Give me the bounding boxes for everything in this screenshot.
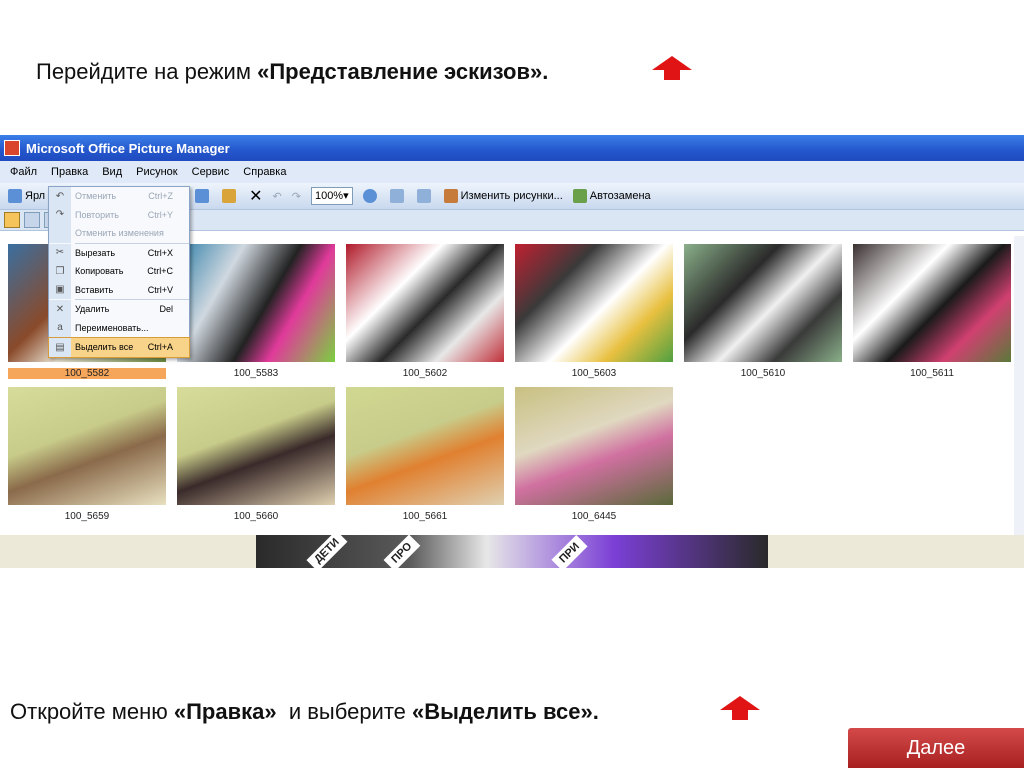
photo-sign: ПРО (383, 535, 421, 568)
thumbnail-item[interactable]: 100_5602 (346, 244, 504, 379)
thumbnail-item[interactable]: 100_5659 (8, 387, 166, 522)
thumbnail-caption: 100_5660 (233, 511, 279, 522)
zoom-select[interactable]: 100% ▾ (310, 187, 353, 205)
thumbnail-caption: 100_5610 (740, 368, 786, 379)
scissors-icon: ✂ (49, 243, 71, 262)
menu-tools[interactable]: Сервис (192, 166, 230, 178)
thumbnail-image (684, 244, 842, 362)
thumbnail-caption: 100_5611 (910, 368, 954, 379)
thumbnail-item[interactable]: 100_5610 (684, 244, 842, 379)
menu-item-paste[interactable]: ▣ Вставить Ctrl+V (49, 280, 189, 299)
thumbnail-image (853, 244, 1011, 362)
thumbnail-caption: 100_5583 (233, 368, 279, 379)
menu-item-copy[interactable]: ❐ Копировать Ctrl+C (49, 262, 189, 281)
thumbnail-image (515, 244, 673, 362)
thumbnail-item[interactable]: 100_6445 (515, 387, 673, 522)
redo-icon: ↷ (49, 205, 71, 224)
instruction-step2-bold-menu: «Правка» (173, 699, 277, 724)
thumbnail-image (8, 387, 166, 505)
instruction-step2-bold-item: «Выделить все». (412, 699, 599, 724)
rotate-right-button[interactable] (416, 189, 434, 203)
thumbnail-caption: 100_5661 (402, 511, 448, 522)
thumbnail-caption: 100_5602 (402, 368, 448, 379)
undo-icon: ↶ (49, 187, 71, 206)
filmstrip-view-button[interactable] (24, 212, 40, 228)
shortcuts-icon (8, 189, 22, 203)
window-title: Microsoft Office Picture Manager (26, 140, 230, 156)
menu-item-rename[interactable]: a Переименовать... (49, 318, 189, 337)
thumbnail-caption: 100_5659 (64, 511, 110, 522)
edit-menu-dropdown: ↶ Отменить Ctrl+Z ↷ Повторить Ctrl+Y Отменит… (48, 186, 190, 358)
red-up-arrow-icon (652, 56, 692, 82)
redo-button[interactable]: ↷ (292, 190, 301, 203)
help-icon (362, 189, 377, 203)
menu-item-discard-changes[interactable]: Отменить изменения (49, 224, 189, 243)
import-icon (195, 189, 210, 203)
edit-pictures-icon (443, 189, 458, 203)
thumbnail-item[interactable]: 100_5611 (853, 244, 1011, 379)
shortcuts-button[interactable]: Ярл (8, 189, 45, 203)
delete-icon: ✕ (49, 300, 71, 319)
next-button[interactable]: Далее (848, 728, 1024, 768)
paste-button[interactable] (222, 189, 239, 203)
menu-edit[interactable]: Правка (51, 166, 88, 178)
thumbnail-caption: 100_5603 (571, 368, 617, 379)
undo-button[interactable]: ↶ (273, 190, 282, 203)
rotate-right-icon (416, 189, 431, 203)
menu-help[interactable]: Справка (243, 166, 286, 178)
menu-view[interactable]: Вид (102, 166, 122, 178)
menu-item-select-all[interactable]: ▤ Выделить все Ctrl+A (48, 337, 190, 358)
instruction-step1: Перейдите на режим «Представление эскизо… (36, 59, 548, 85)
help-button[interactable] (362, 189, 380, 203)
background-photo: ДЕТИ ПРО ПРИ (256, 535, 768, 568)
thumbnail-image (346, 244, 504, 362)
thumbnail-caption: 100_6445 (571, 511, 617, 522)
thumbnail-image (515, 387, 673, 505)
photo-sign: ПРИ (551, 535, 588, 568)
instruction-step2-text: Откройте меню (10, 699, 174, 724)
instruction-step1-text: Перейдите на режим (36, 59, 258, 84)
menu-item-redo[interactable]: ↷ Повторить Ctrl+Y (49, 205, 189, 224)
instruction-step1-bold: «Представление эскизов». (257, 59, 549, 84)
thumbnail-image (177, 244, 335, 362)
rename-icon: a (49, 318, 71, 337)
menu-bar: Файл Правка Вид Рисунок Сервис Справка (0, 161, 1024, 183)
thumbnail-view-button[interactable] (4, 212, 20, 228)
import-button[interactable] (195, 189, 212, 203)
paste-icon: ▣ (49, 280, 71, 299)
thumbnail-item[interactable]: 100_5583 (177, 244, 335, 379)
select-all-icon: ▤ (49, 338, 71, 357)
photo-sign: ДЕТИ (306, 535, 348, 568)
menu-item-delete[interactable]: ✕ Удалить Del (49, 300, 189, 319)
edit-pictures-button[interactable]: Изменить рисунки... (443, 189, 563, 203)
menu-file[interactable]: Файл (10, 166, 37, 178)
instruction-step2-mid: и выберите (276, 699, 413, 724)
autocorrect-button[interactable]: Автозамена (572, 189, 651, 203)
instruction-step2: Откройте меню «Правка» и выберите «Выдел… (10, 699, 599, 725)
red-up-arrow-icon (720, 696, 760, 722)
thumbnail-item[interactable]: 100_5661 (346, 387, 504, 522)
thumbnail-image (346, 387, 504, 505)
copy-icon: ❐ (49, 262, 71, 281)
rotate-left-button[interactable] (389, 189, 407, 203)
thumbnail-image (177, 387, 335, 505)
vertical-scrollbar[interactable] (1014, 236, 1024, 535)
thumbnail-item[interactable]: 100_5660 (177, 387, 335, 522)
delete-button[interactable]: ✕ (249, 186, 262, 206)
thumbnail-caption: 100_5582 (8, 368, 166, 379)
autocorrect-icon (572, 189, 587, 203)
app-icon (4, 140, 20, 156)
title-bar: Microsoft Office Picture Manager (0, 135, 1024, 161)
menu-picture[interactable]: Рисунок (136, 166, 178, 178)
thumbnail-item[interactable]: 100_5603 (515, 244, 673, 379)
menu-item-cut[interactable]: ✂ Вырезать Ctrl+X (49, 243, 189, 262)
paste-toolbar-icon (222, 189, 237, 203)
menu-item-undo[interactable]: ↶ Отменить Ctrl+Z (49, 187, 189, 206)
rotate-left-icon (389, 189, 404, 203)
